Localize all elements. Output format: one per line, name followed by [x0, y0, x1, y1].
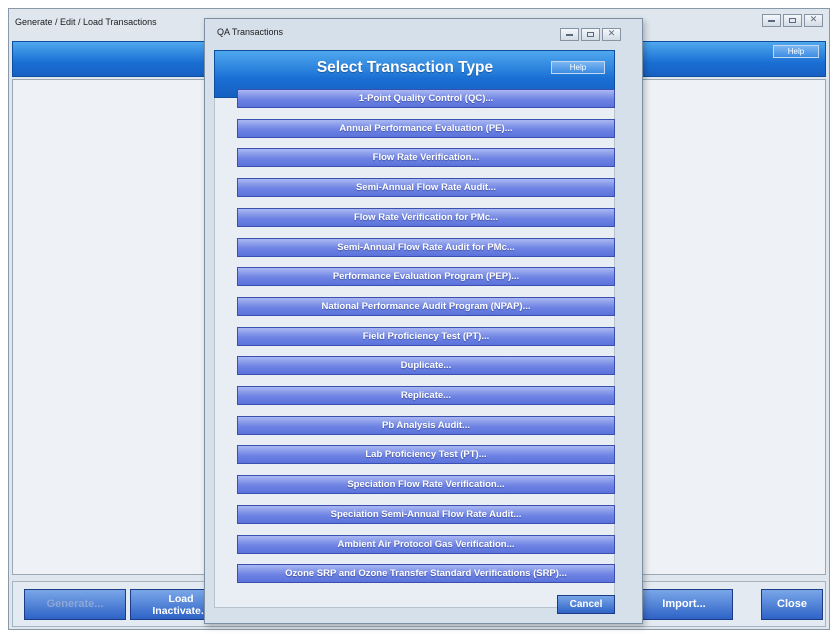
dialog-help-button[interactable]: Help	[551, 61, 605, 74]
transaction-type-button[interactable]: Lab Proficiency Test (PT)...	[237, 445, 615, 464]
transaction-type-button[interactable]: National Performance Audit Program (NPAP…	[237, 297, 615, 316]
qa-transactions-dialog: QA Transactions Select Transaction Type …	[204, 18, 643, 624]
transaction-type-button[interactable]: Speciation Flow Rate Verification...	[237, 475, 615, 494]
close-icon[interactable]	[602, 28, 621, 41]
main-window-controls	[762, 14, 823, 27]
transaction-type-button[interactable]: Performance Evaluation Program (PEP)...	[237, 267, 615, 286]
cancel-button[interactable]: Cancel	[557, 595, 615, 614]
transaction-type-button[interactable]: Field Proficiency Test (PT)...	[237, 327, 615, 346]
transaction-type-button[interactable]: Annual Performance Evaluation (PE)...	[237, 119, 615, 138]
transaction-type-button[interactable]: Flow Rate Verification...	[237, 148, 615, 167]
minimize-icon[interactable]	[560, 28, 579, 41]
close-icon[interactable]	[804, 14, 823, 27]
load-inactivate-label: Load Inactivate...	[152, 593, 210, 617]
transaction-type-button[interactable]: Semi-Annual Flow Rate Audit...	[237, 178, 615, 197]
minimize-icon[interactable]	[762, 14, 781, 27]
close-button[interactable]: Close	[761, 589, 823, 620]
transaction-type-button[interactable]: Ozone SRP and Ozone Transfer Standard Ve…	[237, 564, 615, 583]
transaction-type-button[interactable]: Semi-Annual Flow Rate Audit for PMc...	[237, 238, 615, 257]
transaction-type-button[interactable]: Flow Rate Verification for PMc...	[237, 208, 615, 227]
dialog-title: QA Transactions	[217, 27, 284, 37]
import-button[interactable]: Import...	[635, 589, 733, 620]
transaction-type-button[interactable]: Duplicate...	[237, 356, 615, 375]
dialog-header-title: Select Transaction Type	[316, 59, 494, 76]
dialog-body	[214, 98, 615, 608]
transaction-type-button[interactable]: 1-Point Quality Control (QC)...	[237, 89, 615, 108]
maximize-icon[interactable]	[581, 28, 600, 41]
maximize-icon[interactable]	[783, 14, 802, 27]
transaction-type-button[interactable]: Pb Analysis Audit...	[237, 416, 615, 435]
dialog-window-controls	[560, 28, 621, 41]
transaction-type-button[interactable]: Speciation Semi-Annual Flow Rate Audit..…	[237, 505, 615, 524]
generate-button[interactable]: Generate...	[24, 589, 126, 620]
main-window-title: Generate / Edit / Load Transactions	[15, 17, 157, 27]
transaction-type-button[interactable]: Ambient Air Protocol Gas Verification...	[237, 535, 615, 554]
transaction-type-button[interactable]: Replicate...	[237, 386, 615, 405]
main-help-button[interactable]: Help	[773, 45, 819, 58]
